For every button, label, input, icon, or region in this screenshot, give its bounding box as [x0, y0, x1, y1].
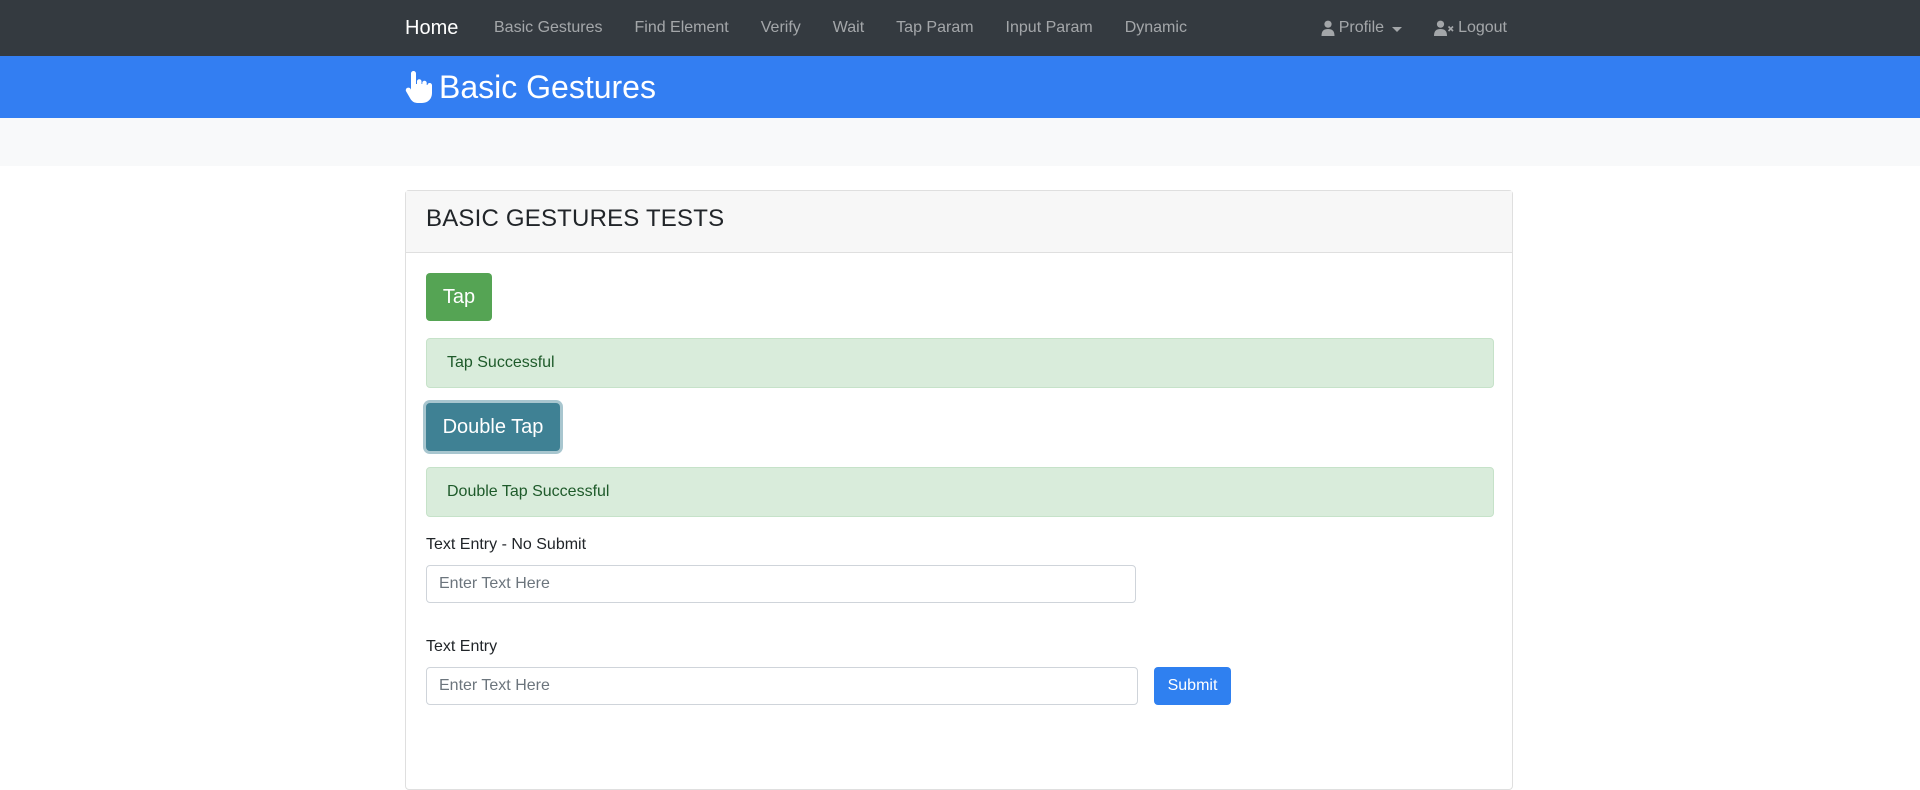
user-icon [1321, 20, 1335, 36]
profile-label: Profile [1338, 19, 1385, 36]
logout-label: Logout [1458, 19, 1507, 36]
page-header: Basic Gestures [0, 56, 1920, 118]
text-entry-input[interactable] [426, 667, 1138, 705]
card-header: BASIC GESTURES TESTS [406, 191, 1512, 253]
caret-down-icon [1392, 26, 1403, 32]
profile-dropdown[interactable]: Profile [1313, 19, 1410, 37]
text-entry-no-submit-input[interactable] [426, 565, 1136, 603]
submit-button[interactable]: Submit [1154, 667, 1231, 705]
tap-button[interactable]: Tap [426, 273, 492, 321]
nav-home-link[interactable]: Home [405, 0, 458, 56]
double-tap-button[interactable]: Double Tap [426, 403, 560, 451]
double-tap-success-alert: Double Tap Successful [426, 467, 1494, 517]
nav-link-verify[interactable]: Verify [745, 0, 817, 56]
nav-right: Profile Logout [1297, 0, 1515, 56]
pointing-hand-icon [405, 71, 432, 103]
nav-link-tap-param[interactable]: Tap Param [880, 0, 989, 56]
page-title: Basic Gestures [405, 56, 656, 118]
text-entry-no-submit-label: Text Entry - No Submit [426, 536, 587, 553]
logout-link[interactable]: Logout [1426, 19, 1515, 37]
nav-link-input-param[interactable]: Input Param [990, 0, 1109, 56]
nav-links: Basic Gestures Find Element Verify Wait … [478, 0, 1203, 56]
text-entry-label: Text Entry [426, 638, 498, 655]
nav-link-dynamic[interactable]: Dynamic [1109, 0, 1203, 56]
tap-success-alert: Tap Successful [426, 338, 1494, 388]
nav-link-wait[interactable]: Wait [817, 0, 880, 56]
basic-gestures-card: BASIC GESTURES TESTS Tap Tap Successful … [405, 190, 1513, 790]
top-navbar: Home Basic Gestures Find Element Verify … [0, 0, 1920, 56]
header-spacer [0, 118, 1920, 166]
page-title-text: Basic Gestures [439, 68, 656, 105]
card-title: BASIC GESTURES TESTS [426, 205, 725, 232]
nav-link-find-element[interactable]: Find Element [618, 0, 744, 56]
nav-link-basic-gestures[interactable]: Basic Gestures [478, 0, 618, 56]
navbar-container: Home Basic Gestures Find Element Verify … [405, 0, 1515, 56]
user-times-icon [1434, 20, 1454, 36]
